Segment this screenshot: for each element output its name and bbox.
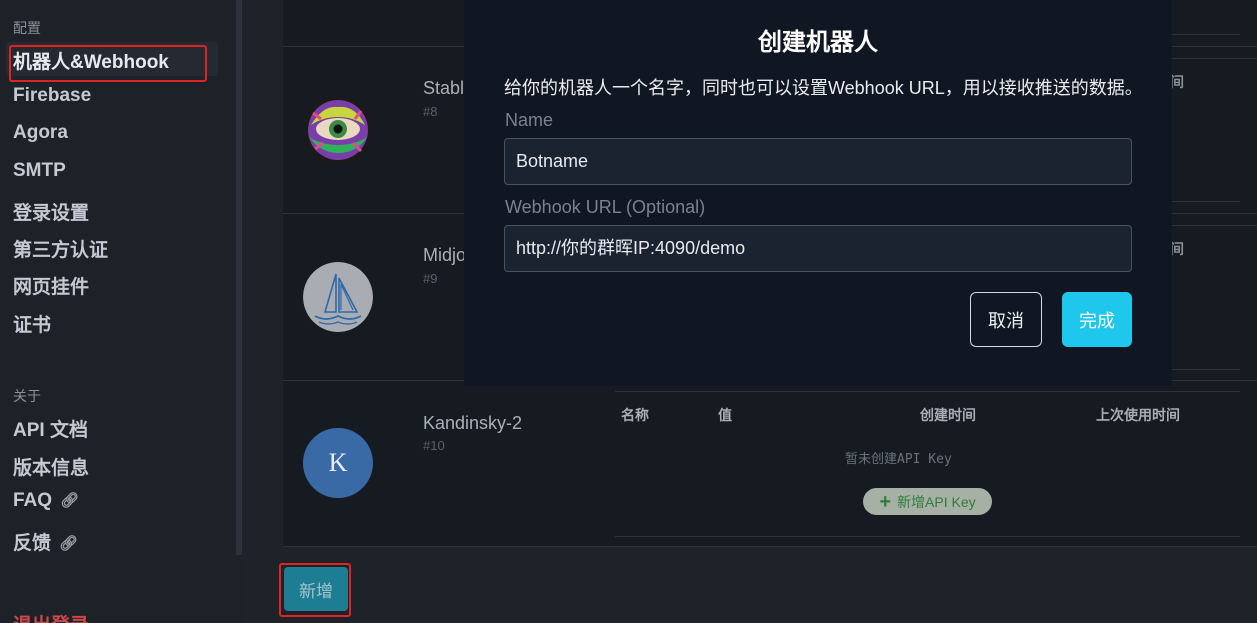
bot-avatar-midjourney <box>303 262 373 332</box>
table-divider <box>1170 58 1257 59</box>
table-header-partial: 间 <box>1170 74 1184 90</box>
table-divider <box>1170 201 1240 202</box>
plus-icon: + <box>879 490 892 513</box>
table-header-last-used: 上次使用时间 <box>1096 407 1180 423</box>
add-api-key-label: 新增API Key <box>897 493 976 510</box>
bot-avatar-stable <box>303 95 373 165</box>
external-link-icon: 🔗︎ <box>59 535 79 552</box>
eye-art-icon <box>303 95 373 165</box>
sidebar-scrollbar[interactable] <box>236 0 242 555</box>
sidebar-item-web-widget[interactable]: 网页挂件 <box>13 272 89 299</box>
table-header-name: 名称 <box>621 407 649 423</box>
sidebar-item-feedback-label: 反馈 <box>13 533 52 554</box>
webhook-url-input[interactable]: http://你的群晖IP:4090/demo <box>504 225 1132 272</box>
name-field-label: Name <box>505 110 554 130</box>
sidebar-item-firebase[interactable]: Firebase <box>13 85 91 107</box>
empty-api-key-text: 暂未创建API Key <box>845 452 952 467</box>
table-header-value: 值 <box>718 407 732 423</box>
new-bot-button[interactable]: 新增 <box>284 567 348 611</box>
bot-name: Stabl <box>423 78 465 98</box>
logout-button[interactable]: 退出登录 <box>13 610 89 623</box>
sidebar-section-about: 关于 <box>13 388 41 404</box>
bot-id: #10 <box>423 438 445 453</box>
bot-avatar-kandinsky: K <box>303 428 373 498</box>
cancel-button[interactable]: 取消 <box>970 292 1042 347</box>
name-input[interactable]: Botname <box>504 138 1132 185</box>
table-divider <box>1170 34 1240 35</box>
sidebar: 配置 机器人&Webhook Firebase Agora SMTP 登录设置 … <box>0 0 243 623</box>
sidebar-item-smtp[interactable]: SMTP <box>13 160 66 182</box>
sidebar-item-version-info[interactable]: 版本信息 <box>13 453 89 480</box>
table-divider <box>1170 369 1240 370</box>
bot-id: #8 <box>423 104 438 119</box>
sidebar-item-feedback[interactable]: 反馈 🔗︎ <box>13 528 78 555</box>
sidebar-item-bot-webhook[interactable]: 机器人&Webhook <box>13 47 169 74</box>
sailboat-icon <box>303 262 373 332</box>
table-divider <box>615 536 1240 537</box>
sidebar-item-api-docs[interactable]: API 文档 <box>13 415 88 442</box>
bot-name: Kandinsky-2 <box>423 413 523 433</box>
external-link-icon: 🔗︎ <box>60 492 80 509</box>
sidebar-item-login-settings[interactable]: 登录设置 <box>13 198 89 225</box>
table-header-partial: 间 <box>1170 241 1184 257</box>
avatar-letter: K <box>328 448 348 477</box>
sidebar-item-faq-label: FAQ <box>13 490 53 511</box>
webhook-field-label: Webhook URL (Optional) <box>505 197 706 217</box>
sidebar-item-third-party-auth[interactable]: 第三方认证 <box>13 235 108 262</box>
bot-id: #9 <box>423 271 438 286</box>
dialog-description: 给你的机器人一个名字，同时也可以设置Webhook URL，用以接收推送的数据。 <box>504 78 1143 98</box>
table-header-created: 创建时间 <box>920 407 976 423</box>
table-divider <box>1170 225 1257 226</box>
add-api-key-button[interactable]: + 新增API Key <box>863 488 992 515</box>
done-button[interactable]: 完成 <box>1062 292 1132 347</box>
sidebar-section-config: 配置 <box>13 20 41 36</box>
row-divider <box>283 546 1257 547</box>
dialog-title: 创建机器人 <box>758 29 878 56</box>
table-divider <box>615 391 1240 392</box>
sidebar-item-agora[interactable]: Agora <box>13 122 68 144</box>
bot-name: Midjo <box>423 245 467 265</box>
create-bot-dialog: 创建机器人 给你的机器人一个名字，同时也可以设置Webhook URL，用以接收… <box>464 0 1172 386</box>
sidebar-item-certificate[interactable]: 证书 <box>13 310 51 337</box>
sidebar-item-faq[interactable]: FAQ 🔗︎ <box>13 490 79 512</box>
